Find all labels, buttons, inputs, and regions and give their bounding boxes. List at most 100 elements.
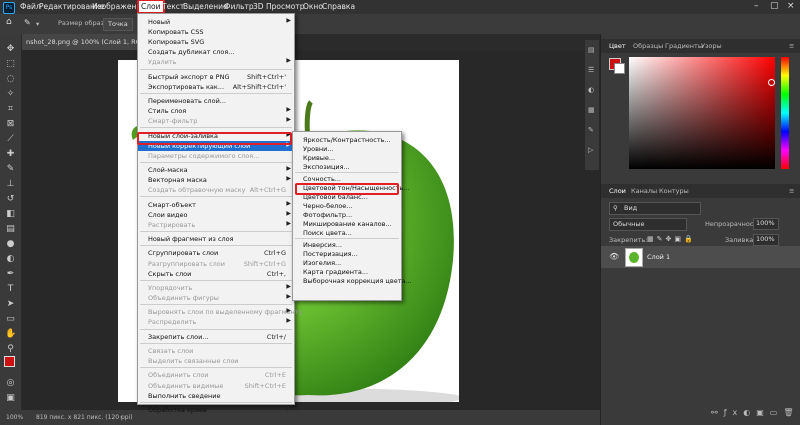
- adjust-menu-item[interactable]: Поиск цвета...: [293, 228, 401, 238]
- brushes-icon[interactable]: ✎: [588, 126, 594, 134]
- zoom-level[interactable]: 100%: [6, 414, 23, 421]
- layer-row[interactable]: 👁 Слой 1: [601, 246, 800, 268]
- frame-tool-icon[interactable]: ⊠: [5, 119, 16, 130]
- move-tool-icon[interactable]: ✥: [5, 44, 16, 55]
- color-bg-swatch[interactable]: [614, 63, 625, 74]
- menu-select[interactable]: Выделение: [183, 2, 228, 11]
- layer-thumbnail: [625, 248, 643, 267]
- layer-menu-item[interactable]: Стиль слоя ▶: [138, 106, 294, 116]
- menu-3d[interactable]: 3D: [253, 2, 264, 11]
- layer-menu-item[interactable]: Новый ▶: [138, 17, 294, 27]
- shape-tool-icon[interactable]: ▭: [5, 314, 16, 325]
- fill-input[interactable]: 100%: [753, 234, 779, 246]
- layer-menu-item[interactable]: Скрыть слои Ctrl+,: [138, 269, 294, 279]
- menu-item-label: Переименовать слой...: [148, 97, 226, 106]
- brush-tool-icon[interactable]: ✎: [5, 164, 16, 175]
- libraries-icon[interactable]: ▦: [588, 106, 595, 114]
- dodge-tool-icon[interactable]: ◐: [5, 254, 16, 265]
- color-field[interactable]: [629, 57, 775, 169]
- layer-menu-item[interactable]: Закрепить слои... Ctrl+/: [138, 332, 294, 342]
- home-icon[interactable]: ⌂: [6, 17, 12, 27]
- type-tool-icon[interactable]: T: [5, 284, 16, 295]
- layer-menu-item[interactable]: Смарт-объект ▶: [138, 200, 294, 210]
- properties-icon[interactable]: ☰: [588, 66, 594, 74]
- zoom-tool-icon[interactable]: ⚲: [5, 344, 16, 355]
- layer-menu-item[interactable]: Слой-маска ▶: [138, 165, 294, 175]
- blend-mode-select[interactable]: Обычные: [609, 218, 687, 231]
- adjustments-icon[interactable]: ◐: [588, 86, 594, 94]
- tab-gradients[interactable]: Градиенты: [665, 42, 703, 50]
- actions-icon[interactable]: ▷: [588, 146, 593, 154]
- layer-menu-item: Выделить связанные слои: [138, 356, 294, 366]
- menu-item-label: Связать слои: [148, 347, 194, 355]
- hue-slider[interactable]: [781, 57, 789, 169]
- layer-menu-item[interactable]: Сгруппировать слои Ctrl+G: [138, 248, 294, 258]
- maximize-icon[interactable]: ▢: [770, 1, 779, 11]
- color-picker-marker[interactable]: [768, 79, 775, 86]
- quick-select-tool-icon[interactable]: ✧: [5, 89, 16, 100]
- opacity-input[interactable]: 100%: [753, 218, 779, 230]
- menu-item-label: Слои видео: [148, 210, 188, 219]
- eyedropper-icon[interactable]: ⟋: [5, 134, 16, 145]
- screen-mode-icon[interactable]: ▣: [5, 393, 16, 404]
- foreground-color-swatch[interactable]: [4, 356, 15, 367]
- layer-menu-item[interactable]: Экспортировать как... Alt+Shift+Ctrl+': [138, 82, 294, 92]
- layer-menu-item[interactable]: Быстрый экспорт в PNG Shift+Ctrl+': [138, 72, 294, 82]
- layer-menu-item[interactable]: Векторная маска ▶: [138, 175, 294, 185]
- layer-menu-item[interactable]: Переименовать слой...: [138, 96, 294, 106]
- tool-preset-chevron-icon[interactable]: ▾: [36, 20, 39, 28]
- layer-actions-icons[interactable]: ⚯ƒx◐▣▭🗑: [711, 408, 800, 417]
- minimize-icon[interactable]: –: [754, 1, 759, 11]
- history-icon[interactable]: ▤: [588, 46, 595, 54]
- menu-image[interactable]: Изображение: [92, 2, 146, 11]
- history-brush-icon[interactable]: ↺: [5, 194, 16, 205]
- layer-menu-item[interactable]: Новый фрагмент из слоя: [138, 234, 294, 244]
- pen-tool-icon[interactable]: ✒: [5, 269, 16, 280]
- menu-filter[interactable]: Фильтр: [224, 2, 254, 11]
- layer-menu-item[interactable]: Слои видео ▶: [138, 210, 294, 220]
- path-select-icon[interactable]: ➤: [5, 299, 16, 310]
- tab-swatches[interactable]: Образцы: [633, 42, 663, 50]
- layer-menu-item[interactable]: Копировать SVG: [138, 37, 294, 47]
- healing-brush-icon[interactable]: ✚: [5, 149, 16, 160]
- menu-layers[interactable]: Слои: [137, 0, 165, 14]
- layer-name[interactable]: Слой 1: [647, 253, 670, 261]
- panel-menu-icon[interactable]: ≡: [789, 42, 794, 50]
- menu-help[interactable]: Справка: [322, 2, 355, 11]
- hand-tool-icon[interactable]: ✋: [5, 329, 16, 340]
- tab-paths[interactable]: Контуры: [659, 187, 689, 195]
- clone-stamp-icon[interactable]: ⊥: [5, 179, 16, 190]
- tab-layers[interactable]: Слои: [609, 187, 626, 195]
- menu-view[interactable]: Просмотр: [266, 2, 305, 11]
- quick-mask-icon[interactable]: ◎: [5, 378, 16, 389]
- tab-color[interactable]: Цвет: [609, 42, 626, 50]
- layers-menu-icon[interactable]: ≡: [789, 187, 794, 195]
- layer-filter-select[interactable]: ⚲ Вид: [609, 202, 701, 215]
- menu-separator: [295, 172, 399, 173]
- gradient-tool-icon[interactable]: ▤: [5, 224, 16, 235]
- visibility-eye-icon[interactable]: 👁: [609, 252, 619, 261]
- crop-tool-icon[interactable]: ⌗: [5, 104, 16, 115]
- adjust-menu-item[interactable]: Экспозиция...: [293, 162, 401, 172]
- menu-item-shortcut: Ctrl+,: [266, 269, 286, 278]
- status-chevron-icon[interactable]: ›: [120, 414, 122, 421]
- close-window-icon[interactable]: ×: [787, 1, 795, 11]
- eyedropper-tool-icon[interactable]: ✎: [24, 18, 31, 27]
- layer-menu-item[interactable]: Выполнить сведение: [138, 391, 294, 401]
- adjust-menu-item[interactable]: Выборочная коррекция цвета...: [293, 276, 412, 286]
- menu-item-label: Новый: [148, 18, 171, 26]
- lock-icons[interactable]: ▦✎✥▣🔒: [647, 235, 696, 243]
- menu-type[interactable]: Текст: [162, 2, 184, 11]
- eraser-tool-icon[interactable]: ◧: [5, 209, 16, 220]
- blur-tool-icon[interactable]: ●: [5, 239, 16, 250]
- menu-file[interactable]: Файл: [20, 2, 41, 11]
- menu-window[interactable]: Окно: [303, 2, 323, 11]
- marquee-tool-icon[interactable]: ⬚: [5, 59, 16, 70]
- lasso-tool-icon[interactable]: ◌: [5, 74, 16, 85]
- layer-menu-item[interactable]: Создать дубликат слоя...: [138, 47, 294, 57]
- layer-menu-item[interactable]: Копировать CSS: [138, 27, 294, 37]
- tab-patterns[interactable]: Узоры: [701, 42, 722, 50]
- tab-channels[interactable]: Каналы: [631, 187, 657, 195]
- layer-menu-item[interactable]: Обработка краев ▶: [138, 405, 294, 415]
- sample-size-select[interactable]: Точка: [103, 18, 133, 31]
